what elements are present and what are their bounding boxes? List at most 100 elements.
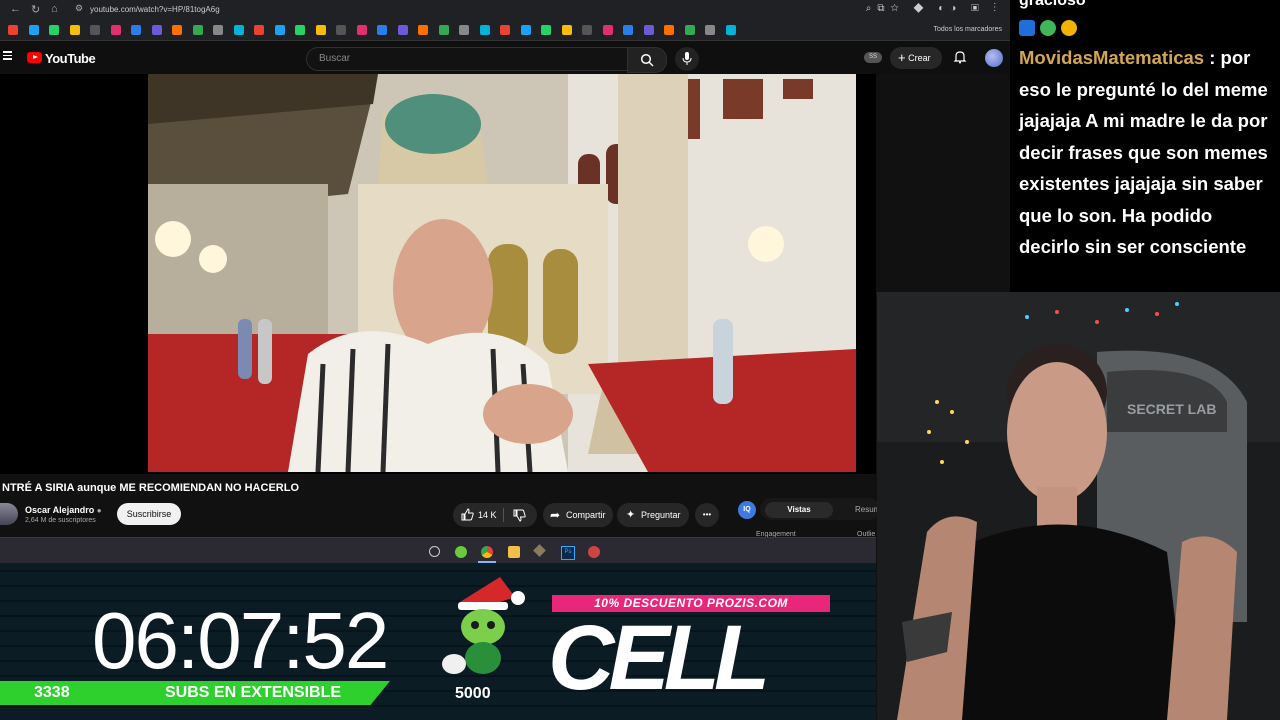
ask-label: Preguntar [641, 510, 681, 520]
voice-search-button[interactable] [675, 47, 699, 71]
channel-avatar[interactable] [0, 503, 18, 525]
back-icon[interactable]: ← [10, 3, 21, 15]
reload-icon[interactable]: ↻ [31, 3, 40, 16]
bookmark-favicon-icon[interactable] [49, 25, 59, 35]
bookmark-favicon-icon[interactable] [213, 25, 223, 35]
ask-button[interactable]: ✦ Preguntar [617, 503, 689, 527]
video-frame [148, 74, 856, 472]
share-icon: ➦ [550, 508, 561, 522]
ss-badge[interactable]: SS [864, 52, 882, 63]
bookmarks-bar: Todos los marcadores [0, 20, 1010, 41]
taskbar: Ps [0, 537, 876, 564]
bookmark-favicon-icon[interactable] [28, 25, 39, 35]
share-label: Compartir [566, 510, 606, 520]
subscribe-button[interactable]: Suscribirse [117, 503, 181, 525]
subathon-timer: 06:07:52 [92, 596, 389, 685]
settings-app-icon[interactable] [429, 546, 440, 557]
url-text[interactable]: youtube.com/watch?v=HP/81togA6g [90, 5, 220, 14]
bookmark-favicon-icon[interactable] [151, 25, 162, 35]
bookmark-favicon-icon[interactable] [602, 25, 613, 35]
bookmark-favicon-icon[interactable] [541, 25, 551, 35]
bookmark-favicon-icon[interactable] [418, 25, 428, 35]
bookmark-favicon-icon[interactable] [397, 25, 408, 35]
bookmark-favicon-icon[interactable] [69, 25, 80, 35]
youtube-logo-icon[interactable] [27, 52, 42, 63]
bookmark-favicon-icon[interactable] [131, 25, 141, 35]
bookmark-favicon-icon[interactable] [479, 25, 490, 35]
all-bookmarks-link[interactable]: Todos los marcadores [934, 26, 1002, 33]
bookmark-favicon-icon[interactable] [520, 25, 531, 35]
bookmark-favicon-icon[interactable] [192, 25, 203, 35]
bookmark-favicon-icon[interactable] [684, 25, 695, 35]
share-button[interactable]: ➦ Compartir [543, 503, 613, 527]
bookmark-favicon-icon[interactable] [254, 25, 264, 35]
create-label: Crear [908, 53, 931, 63]
extension-iq-badge[interactable]: IQ [738, 501, 756, 519]
subs-count: 3338 [34, 684, 70, 701]
bookmark-favicon-icon[interactable] [705, 25, 715, 35]
media-app-icon[interactable] [588, 546, 600, 558]
sparkle-icon: ✦ [626, 509, 636, 521]
create-button[interactable]: + Crear [890, 47, 942, 69]
bookmark-favicon-icon[interactable] [356, 25, 367, 35]
browser-actions-icons[interactable]: ⌕⧉☆ ◆ ◐◑ ▣ ⋮ [866, 3, 1002, 14]
badge-icon [1019, 20, 1035, 36]
webcam-image: SECRET LAB [877, 292, 1280, 720]
mascot-character-icon [442, 577, 525, 674]
search-icon [640, 53, 654, 67]
bookmark-favicon-icon[interactable] [438, 25, 449, 35]
bookmark-favicon-icon[interactable] [725, 25, 736, 35]
bookmark-favicon-icon[interactable] [623, 25, 633, 35]
bookmark-favicon-icon[interactable] [233, 25, 244, 35]
account-avatar[interactable] [985, 49, 1003, 67]
bookmark-favicon-icon[interactable] [110, 25, 121, 35]
search-input[interactable] [317, 52, 611, 65]
game-app-icon[interactable] [455, 546, 467, 558]
bookmark-favicon-icon[interactable] [336, 25, 346, 35]
bookmark-favicon-icon[interactable] [274, 25, 285, 35]
thumbs-down-icon[interactable] [513, 509, 526, 522]
chat-previous-fragment: gracioso [1019, 0, 1086, 9]
home-icon[interactable]: ⌂ [51, 3, 58, 15]
search-box [306, 47, 628, 71]
badge-icon [1061, 20, 1077, 36]
bookmark-favicon-icon[interactable] [500, 25, 510, 35]
channel-name[interactable]: Oscar Alejandro ● [25, 505, 102, 515]
streamer-logo: CELL [548, 607, 770, 709]
like-count[interactable]: 14 K [478, 503, 497, 527]
bookmark-favicon-icon[interactable] [561, 25, 572, 35]
chair-brand-text: SECRET LAB [1127, 401, 1216, 417]
bookmark-favicon-icon[interactable] [295, 25, 305, 35]
site-info-icon[interactable]: ⚙ [75, 3, 83, 14]
subs-label: SUBS EN EXTENSIBLE [165, 684, 342, 701]
bookmark-favicon-icon[interactable] [172, 25, 182, 35]
chat-message-text: : por eso le pregunté lo del meme jajaja… [1019, 47, 1268, 257]
bookmark-favicon-icon[interactable] [8, 25, 18, 35]
chrome-icon[interactable] [481, 546, 493, 558]
bookmark-favicon-icon[interactable] [664, 25, 674, 35]
photoshop-icon[interactable]: Ps [561, 546, 575, 560]
youtube-header: YouTube SS + Crear [0, 41, 1010, 74]
bookmark-favicon-icon[interactable] [459, 25, 469, 35]
notifications-bell-icon[interactable] [953, 50, 967, 64]
thumbs-up-icon[interactable] [461, 508, 474, 521]
bookmark-favicon-icon[interactable] [315, 25, 326, 35]
bookmark-favicon-icon[interactable] [643, 25, 654, 35]
video-player[interactable] [148, 74, 856, 472]
subs-goal: 5000 [455, 685, 491, 702]
bookmark-favicon-icon[interactable] [377, 25, 387, 35]
minecraft-icon[interactable] [533, 544, 546, 557]
bookmark-favicon-icon[interactable] [582, 25, 592, 35]
webcam-feed: SECRET LAB [877, 292, 1280, 720]
folder-icon[interactable] [508, 546, 520, 558]
verified-icon: ● [96, 506, 102, 515]
tab-views[interactable]: Vistas [765, 502, 833, 518]
search-button[interactable] [627, 47, 667, 73]
youtube-brand[interactable]: YouTube [45, 51, 96, 66]
more-actions-button[interactable]: ••• [695, 503, 719, 527]
bookmark-favicon-icon[interactable] [90, 25, 100, 35]
menu-icon[interactable] [3, 51, 12, 60]
browser-address-bar: ← ↻ ⌂ ⚙ youtube.com/watch?v=HP/81togA6g … [0, 0, 1010, 20]
divider [503, 508, 504, 522]
chat-username[interactable]: MovidasMatematicas [1019, 47, 1204, 68]
